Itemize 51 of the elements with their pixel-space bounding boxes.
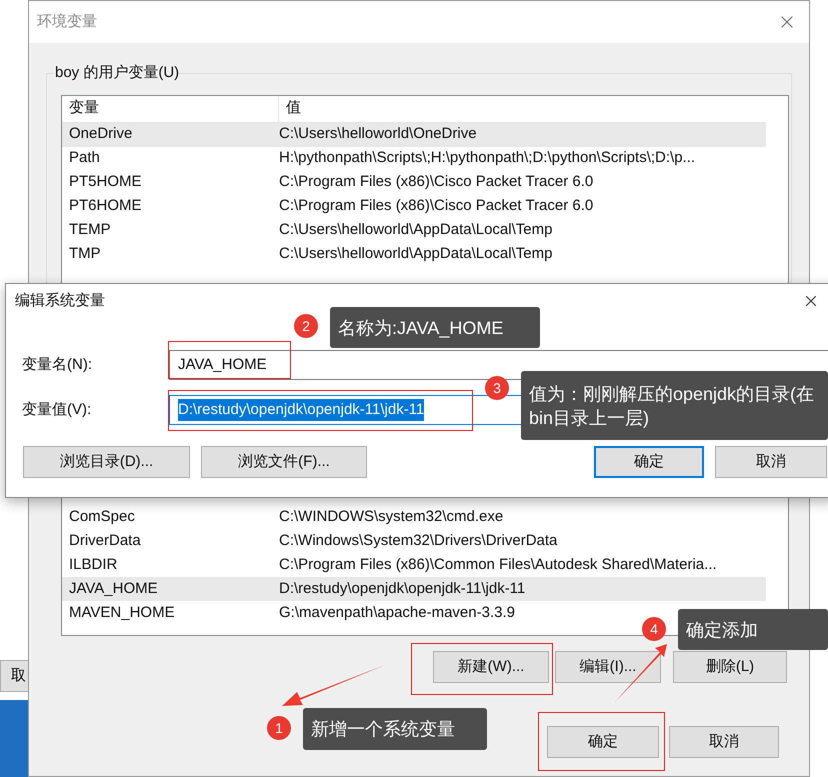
variable-name: TMP (68, 244, 102, 264)
list-row[interactable]: PT6HOME C:\Program Files (x86)\Cisco Packet Tracer 6.0 (62, 194, 766, 218)
callout-tooltip: 名称为:JAVA_HOME (330, 307, 540, 348)
variable-value: C:\Users\helloworld\AppData\Local\Temp (279, 220, 552, 240)
list-row[interactable]: TMP C:\Users\helloworld\AppData\Local\Temp (62, 242, 766, 266)
variable-value: C:\Users\helloworld\AppData\Local\Temp (279, 244, 552, 264)
variable-value: H:\pythonpath\Scripts\;H:\pythonpath\;D:\python\Scripts\;D:\p... (279, 148, 696, 168)
callout-tooltip: 值为：刚刚解压的openjdk的目录(在bin目录上一层) (521, 371, 828, 440)
list-row[interactable]: TEMP C:\Users\helloworld\AppData\Local\Temp (62, 218, 766, 242)
window-title: 环境变量 (37, 12, 97, 32)
dialog-button[interactable]: 浏览目录(D)... (23, 446, 190, 478)
variable-name: ILBDIR (68, 554, 118, 575)
variable-name: ComSpec (68, 506, 136, 527)
callout-tooltip: 新增一个系统变量 (303, 708, 487, 750)
variable-name: TEMP (68, 220, 112, 240)
variable-name: PT5HOME (68, 172, 143, 192)
field-label: 变量名(N): (21, 354, 93, 375)
list-row[interactable]: Path H:\pythonpath\Scripts\;H:\pythonpath\;D:\python\Scripts\;D:\p... (62, 146, 766, 170)
variable-value: C:\Program Files (x86)\Cisco Packet Tracer 6.0 (279, 172, 594, 192)
dialog-button[interactable]: 删除(L) (673, 651, 787, 683)
callout-tooltip: 确定添加 (678, 609, 828, 650)
dialog-button[interactable]: 新建(W)... (433, 651, 549, 683)
variable-name: DriverData (68, 530, 142, 551)
variable-value: C:\Users\helloworld\OneDrive (279, 124, 477, 144)
dialog-button[interactable]: 取消 (669, 726, 779, 758)
variable-value: C:\Windows\System32\Drivers\DriverData (279, 530, 558, 551)
column-header[interactable]: 变量 (62, 96, 279, 122)
list-row[interactable]: OneDrive C:\Users\helloworld\OneDrive (62, 122, 766, 146)
list-row[interactable]: PT5HOME C:\Program Files (x86)\Cisco Packet Tracer 6.0 (62, 170, 766, 194)
dialog-button[interactable]: 编辑(I)... (555, 651, 661, 683)
list-row[interactable]: JAVA_HOME D:\restudy\openjdk\openjdk-11\jdk-11 (62, 577, 766, 601)
variable-value: C:\WINDOWS\system32\cmd.exe (279, 506, 504, 527)
variable-name: OneDrive (68, 124, 134, 144)
list-row[interactable]: ComSpec C:\WINDOWS\system32\cmd.exe (62, 505, 766, 529)
column-header[interactable]: 值 (279, 96, 301, 122)
variable-name: MAVEN_HOME (68, 602, 176, 623)
dialog-button[interactable]: 浏览文件(F)... (201, 446, 367, 478)
dialog-button[interactable]: 确定 (547, 726, 659, 758)
field-label: 变量值(V): (21, 400, 92, 420)
variable-value: C:\Program Files (x86)\Common Files\Autodesk Shared\Materia... (279, 554, 717, 575)
variable-name: Path (68, 148, 101, 168)
list-row[interactable]: ILBDIR C:\Program Files (x86)\Common Files\Autodesk Shared\Materia... (62, 553, 766, 577)
window-title: 编辑系统变量 (15, 290, 105, 311)
variable-value: C:\Program Files (x86)\Cisco Packet Tracer 6.0 (279, 196, 594, 216)
dialog-button[interactable]: 取消 (715, 446, 827, 478)
variable-name: PT6HOME (68, 196, 143, 216)
variable-name: JAVA_HOME (68, 578, 159, 599)
list-row[interactable]: DriverData C:\Windows\System32\Drivers\DriverData (62, 529, 766, 553)
variable-value: D:\restudy\openjdk\openjdk-11\jdk-11 (279, 578, 526, 599)
variable-value: G:\mavenpath\apache-maven-3.3.9 (279, 602, 515, 623)
dialog-button[interactable]: 确定 (594, 446, 704, 478)
